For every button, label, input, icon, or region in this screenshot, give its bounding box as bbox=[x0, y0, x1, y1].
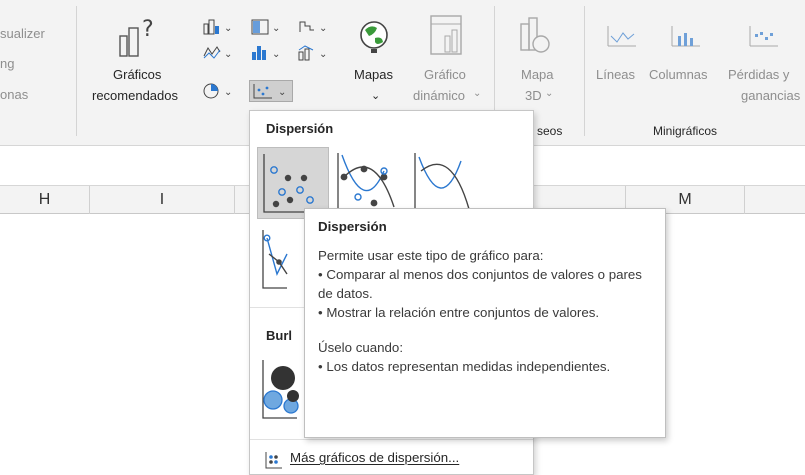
line-chart-button[interactable]: ⌄ bbox=[202, 44, 236, 67]
scatter-small-icon bbox=[265, 452, 282, 469]
svg-text:⌄: ⌄ bbox=[224, 87, 232, 98]
sparkline-columns-icon bbox=[671, 26, 700, 47]
pivot-chart-label-1: Gráfico bbox=[424, 67, 466, 82]
recommended-charts-button[interactable]: ? bbox=[118, 14, 158, 60]
recommended-charts-label-2: recomendados bbox=[92, 88, 178, 103]
combo-chart-button[interactable]: ⌄ bbox=[297, 44, 331, 67]
tooltip-text-2: • Comparar al menos dos conjuntos de val… bbox=[318, 267, 642, 301]
scatter-tooltip: Dispersión Permite usar este tipo de grá… bbox=[304, 208, 666, 438]
ribbon-left-item-2[interactable]: ng bbox=[0, 56, 14, 71]
ribbon-left-item-3[interactable]: onas bbox=[0, 87, 28, 102]
tooltip-text-4: Úselo cuando: bbox=[318, 340, 404, 355]
tooltip-text-3: • Mostrar la relación entre conjuntos de… bbox=[318, 305, 600, 320]
group-separator bbox=[76, 6, 77, 136]
column-header-i[interactable]: I bbox=[90, 186, 235, 214]
sparkline-winloss-label-1: Pérdidas y bbox=[728, 67, 790, 82]
3d-map-label-2: 3D bbox=[525, 88, 542, 103]
sparklines-group-label: Minigráficos bbox=[653, 124, 718, 138]
maps-chevron-icon: ⌄ bbox=[371, 90, 381, 102]
pivot-chevron-icon: ⌄ bbox=[473, 88, 482, 99]
recommended-charts-label-1: Gráficos bbox=[113, 67, 162, 82]
3d-map-button[interactable] bbox=[517, 16, 553, 63]
svg-text:⌄: ⌄ bbox=[272, 23, 280, 34]
svg-text:?: ? bbox=[142, 17, 154, 42]
statistic-chart-button[interactable]: ⌄ bbox=[250, 44, 284, 67]
sparkline-winloss-label-2: ganancias bbox=[741, 88, 801, 103]
3d-map-chevron-icon: ⌄ bbox=[545, 88, 554, 99]
sparkline-columns-label: Columnas bbox=[649, 67, 708, 82]
hierarchy-chart-button[interactable]: ⌄ bbox=[250, 18, 284, 41]
scatter-section-title: Dispersión bbox=[266, 121, 334, 136]
bubble-section-title: Burl bbox=[266, 328, 292, 343]
tooltip-text-5: • Los datos representan medidas independ… bbox=[318, 359, 611, 374]
more-scatter-charts-item[interactable]: Más gráficos de dispersión... bbox=[264, 448, 524, 472]
column-chart-button[interactable]: ⌄ bbox=[202, 18, 236, 41]
recommended-charts-icon: ? bbox=[119, 17, 154, 57]
menu-separator bbox=[250, 439, 533, 440]
more-scatter-charts-label: Más gráficos de dispersión... bbox=[290, 450, 460, 465]
pivot-chart-button[interactable] bbox=[429, 14, 465, 63]
svg-text:⌄: ⌄ bbox=[278, 87, 286, 98]
tooltip-title: Dispersión bbox=[318, 219, 387, 234]
pie-chart-button[interactable]: ⌄ bbox=[202, 82, 236, 105]
ribbon-left-item-1[interactable]: sualizer bbox=[0, 26, 45, 41]
svg-text:⌄: ⌄ bbox=[319, 49, 327, 60]
3d-map-icon bbox=[520, 17, 550, 53]
pivot-chart-icon bbox=[430, 15, 462, 55]
sparkline-winloss-button[interactable] bbox=[748, 24, 780, 53]
sparkline-lines-icon bbox=[607, 26, 636, 47]
scatter-chart-button[interactable]: ⌄ bbox=[249, 80, 293, 102]
svg-text:⌄: ⌄ bbox=[224, 49, 232, 60]
sparkline-columns-button[interactable] bbox=[670, 24, 702, 53]
maps-label: Mapas bbox=[354, 67, 394, 82]
pivot-chart-label-2: dinámico bbox=[413, 88, 466, 103]
group-separator bbox=[584, 6, 585, 136]
globe-icon bbox=[360, 21, 388, 53]
sparkline-winloss-icon bbox=[749, 26, 778, 47]
tooltip-text-1: Permite usar este tipo de gráfico para: bbox=[318, 248, 544, 263]
scatter-chart-icon: ⌄ bbox=[253, 84, 286, 99]
column-header-h[interactable]: H bbox=[0, 186, 90, 214]
tours-group-label: seos bbox=[537, 124, 563, 138]
sparkline-lines-button[interactable] bbox=[606, 24, 638, 53]
maps-button[interactable] bbox=[357, 18, 391, 63]
waterfall-chart-button[interactable]: ⌄ bbox=[297, 18, 331, 41]
svg-text:⌄: ⌄ bbox=[224, 23, 232, 34]
svg-text:⌄: ⌄ bbox=[272, 49, 280, 60]
sparkline-lines-label: Líneas bbox=[596, 67, 636, 82]
3d-map-label-1: Mapa bbox=[521, 67, 554, 82]
svg-text:⌄: ⌄ bbox=[319, 23, 327, 34]
